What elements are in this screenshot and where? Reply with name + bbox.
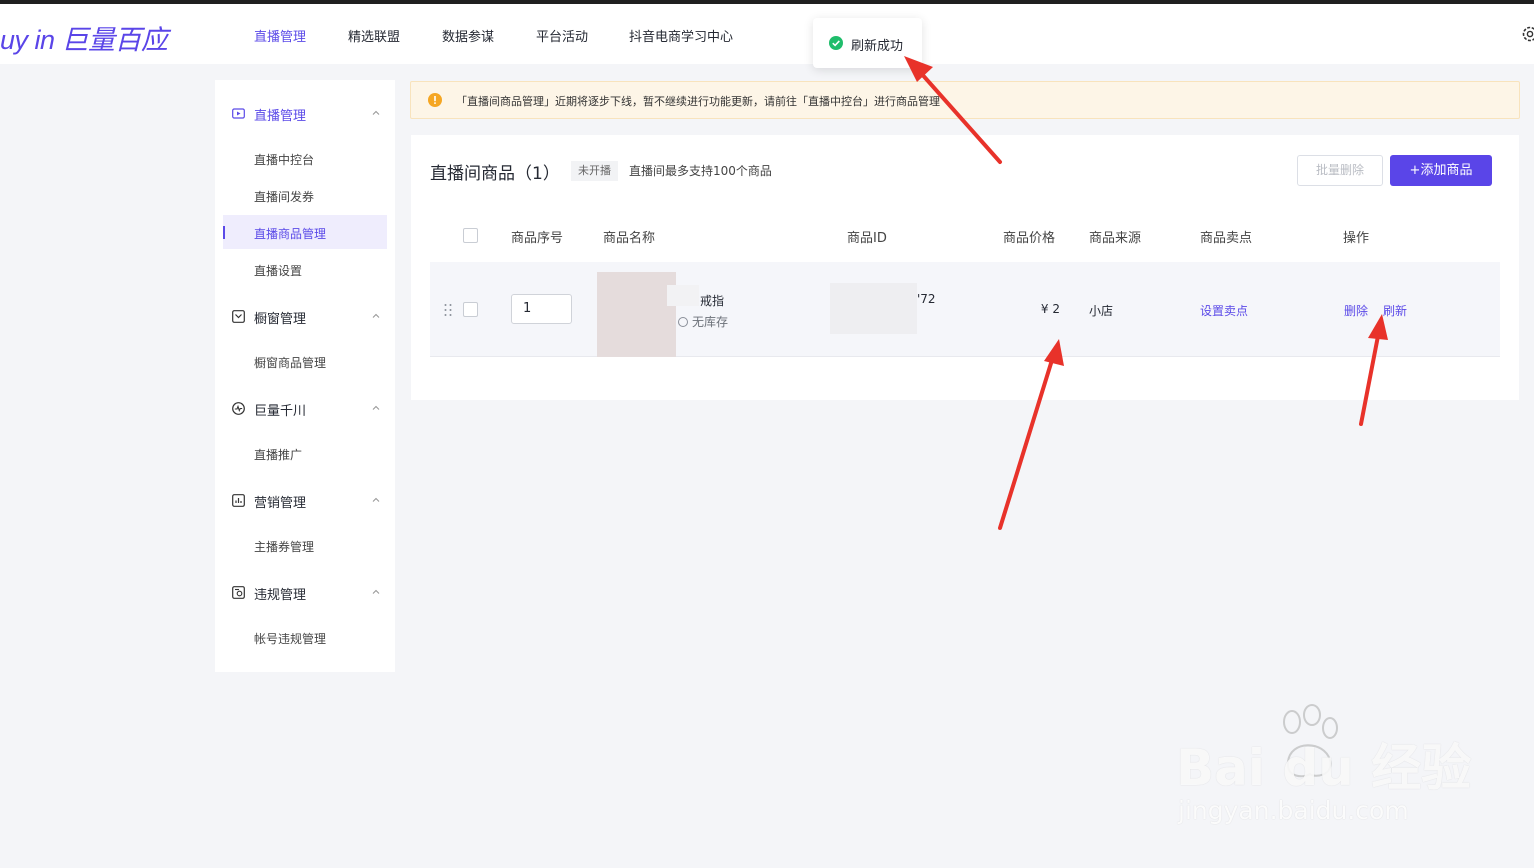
sidebar-item-showcase-products[interactable]: 橱窗商品管理 <box>223 344 387 378</box>
sidebar-item-label: 主播券管理 <box>254 540 315 554</box>
sidebar-item-anchor-coupons[interactable]: 主播券管理 <box>223 528 387 562</box>
column-header-selling-point: 商品卖点 <box>1200 231 1253 246</box>
sequence-input[interactable]: 1 <box>511 294 572 324</box>
violation-document-icon <box>232 586 245 599</box>
sidebar-group-live-management[interactable]: 直播管理 <box>215 101 395 127</box>
deprecation-notice: 「直播间商品管理」近期将逐步下线，暂不继续进行功能更新，请前往「直播中控台」进行… <box>410 81 1520 119</box>
warning-icon <box>428 93 442 107</box>
table-row: 1 戒指 无库存 '72 ¥ 2 小店 设置卖点 删除 刷新 <box>430 262 1500 357</box>
nav-live-management[interactable]: 直播管理 <box>254 26 306 45</box>
toast-text: 刷新成功 <box>851 39 904 54</box>
live-video-icon <box>232 108 245 119</box>
column-header-actions: 操作 <box>1343 231 1370 246</box>
notice-text: 「直播间商品管理」近期将逐步下线，暂不继续进行功能更新，请前往「直播中控台」进行… <box>456 95 940 108</box>
sidebar-item-live-product-management[interactable]: 直播商品管理 <box>223 215 387 249</box>
sidebar-group-label: 巨量千川 <box>254 404 307 419</box>
sidebar-item-live-console[interactable]: 直播中控台 <box>223 141 387 175</box>
toast-message: 刷新成功 <box>813 18 922 68</box>
refresh-link[interactable]: 刷新 <box>1383 302 1407 319</box>
sidebar-group-qianchuan[interactable]: 巨量千川 <box>215 396 395 422</box>
batch-delete-button[interactable]: 批量删除 <box>1297 155 1383 186</box>
sidebar-group-marketing[interactable]: 营销管理 <box>215 488 395 514</box>
sidebar-group-label: 违规管理 <box>254 588 307 603</box>
sidebar-item-account-violations[interactable]: 帐号违规管理 <box>223 620 387 654</box>
chevron-up-icon <box>372 110 380 115</box>
sidebar-item-label: 直播设置 <box>254 264 303 278</box>
nav-data-advisor[interactable]: 数据参谋 <box>442 26 494 45</box>
watermark-url: jingyan.baidu.com <box>1178 796 1409 825</box>
chevron-up-icon <box>372 589 380 594</box>
marketing-chart-icon <box>232 494 245 507</box>
page-title: 直播间商品（1） <box>430 164 560 184</box>
stock-status-text: 无库存 <box>692 315 729 329</box>
chevron-up-icon <box>372 313 380 318</box>
set-selling-point-link[interactable]: 设置卖点 <box>1200 302 1248 319</box>
pulse-icon <box>232 402 245 415</box>
chevron-up-icon <box>372 405 380 410</box>
sidebar-item-live-coupons[interactable]: 直播间发券 <box>223 178 387 212</box>
gear-icon[interactable] <box>1520 24 1534 44</box>
nav-selected-alliance[interactable]: 精选联盟 <box>348 26 400 45</box>
product-price: ¥ 2 <box>1040 302 1060 316</box>
capacity-hint: 直播间最多支持100个商品 <box>629 164 772 178</box>
add-product-button[interactable]: +添加商品 <box>1390 155 1492 186</box>
product-name[interactable]: 戒指 <box>700 292 724 309</box>
status-badge: 未开播 <box>571 161 618 181</box>
chevron-up-icon <box>372 497 380 502</box>
sidebar-item-label: 直播商品管理 <box>254 227 327 241</box>
column-header-seq: 商品序号 <box>511 231 564 246</box>
sidebar-group-label: 直播管理 <box>254 109 307 124</box>
sidebar-item-label: 帐号违规管理 <box>254 632 327 646</box>
product-thumbnail <box>597 272 676 357</box>
nav-learning-center[interactable]: 抖音电商学习中心 <box>629 26 733 45</box>
column-header-price: 商品价格 <box>1003 231 1056 246</box>
column-header-id: 商品ID <box>847 231 887 246</box>
app-logo[interactable]: uy in 巨量百应 <box>0 18 168 57</box>
sidebar-group-violations[interactable]: 违规管理 <box>215 580 395 606</box>
redacted-id-block <box>830 283 917 334</box>
sidebar-item-live-settings[interactable]: 直播设置 <box>223 252 387 286</box>
sidebar-item-label: 直播中控台 <box>254 153 315 167</box>
select-all-checkbox[interactable] <box>463 228 478 243</box>
sidebar-group-label: 营销管理 <box>254 496 307 511</box>
product-source: 小店 <box>1089 304 1114 318</box>
sidebar-item-label: 直播间发券 <box>254 190 315 204</box>
product-id: '72 <box>917 292 936 306</box>
delete-link[interactable]: 删除 <box>1344 302 1368 319</box>
sidebar-group-showcase[interactable]: 橱窗管理 <box>215 304 395 330</box>
row-checkbox[interactable] <box>463 302 478 317</box>
live-products-card: 直播间商品（1） 未开播 直播间最多支持100个商品 批量删除 +添加商品 商品… <box>411 135 1519 400</box>
stock-status: 无库存 <box>678 313 728 330</box>
column-header-name: 商品名称 <box>603 231 656 246</box>
sidebar-item-label: 橱窗商品管理 <box>254 356 327 370</box>
info-circle-icon <box>678 317 688 327</box>
sidebar: 直播管理 直播中控台 直播间发券 直播商品管理 直播设置 橱窗管理 橱窗商品管理… <box>215 80 395 672</box>
baidu-jingyan-watermark: Bai du 经验 <box>1176 739 1472 797</box>
nav-platform-activity[interactable]: 平台活动 <box>536 26 588 45</box>
redacted-name-block <box>667 285 699 306</box>
sidebar-item-label: 直播推广 <box>254 448 303 462</box>
drag-handle-icon[interactable] <box>443 303 453 317</box>
sidebar-group-label: 橱窗管理 <box>254 312 307 327</box>
sidebar-item-live-promotion[interactable]: 直播推广 <box>223 436 387 470</box>
showcase-icon <box>232 310 245 323</box>
top-navigation-bar: uy in 巨量百应 直播管理 精选联盟 数据参谋 平台活动 抖音电商学习中心 <box>0 4 1534 64</box>
column-header-source: 商品来源 <box>1089 231 1142 246</box>
success-check-icon <box>829 36 843 50</box>
